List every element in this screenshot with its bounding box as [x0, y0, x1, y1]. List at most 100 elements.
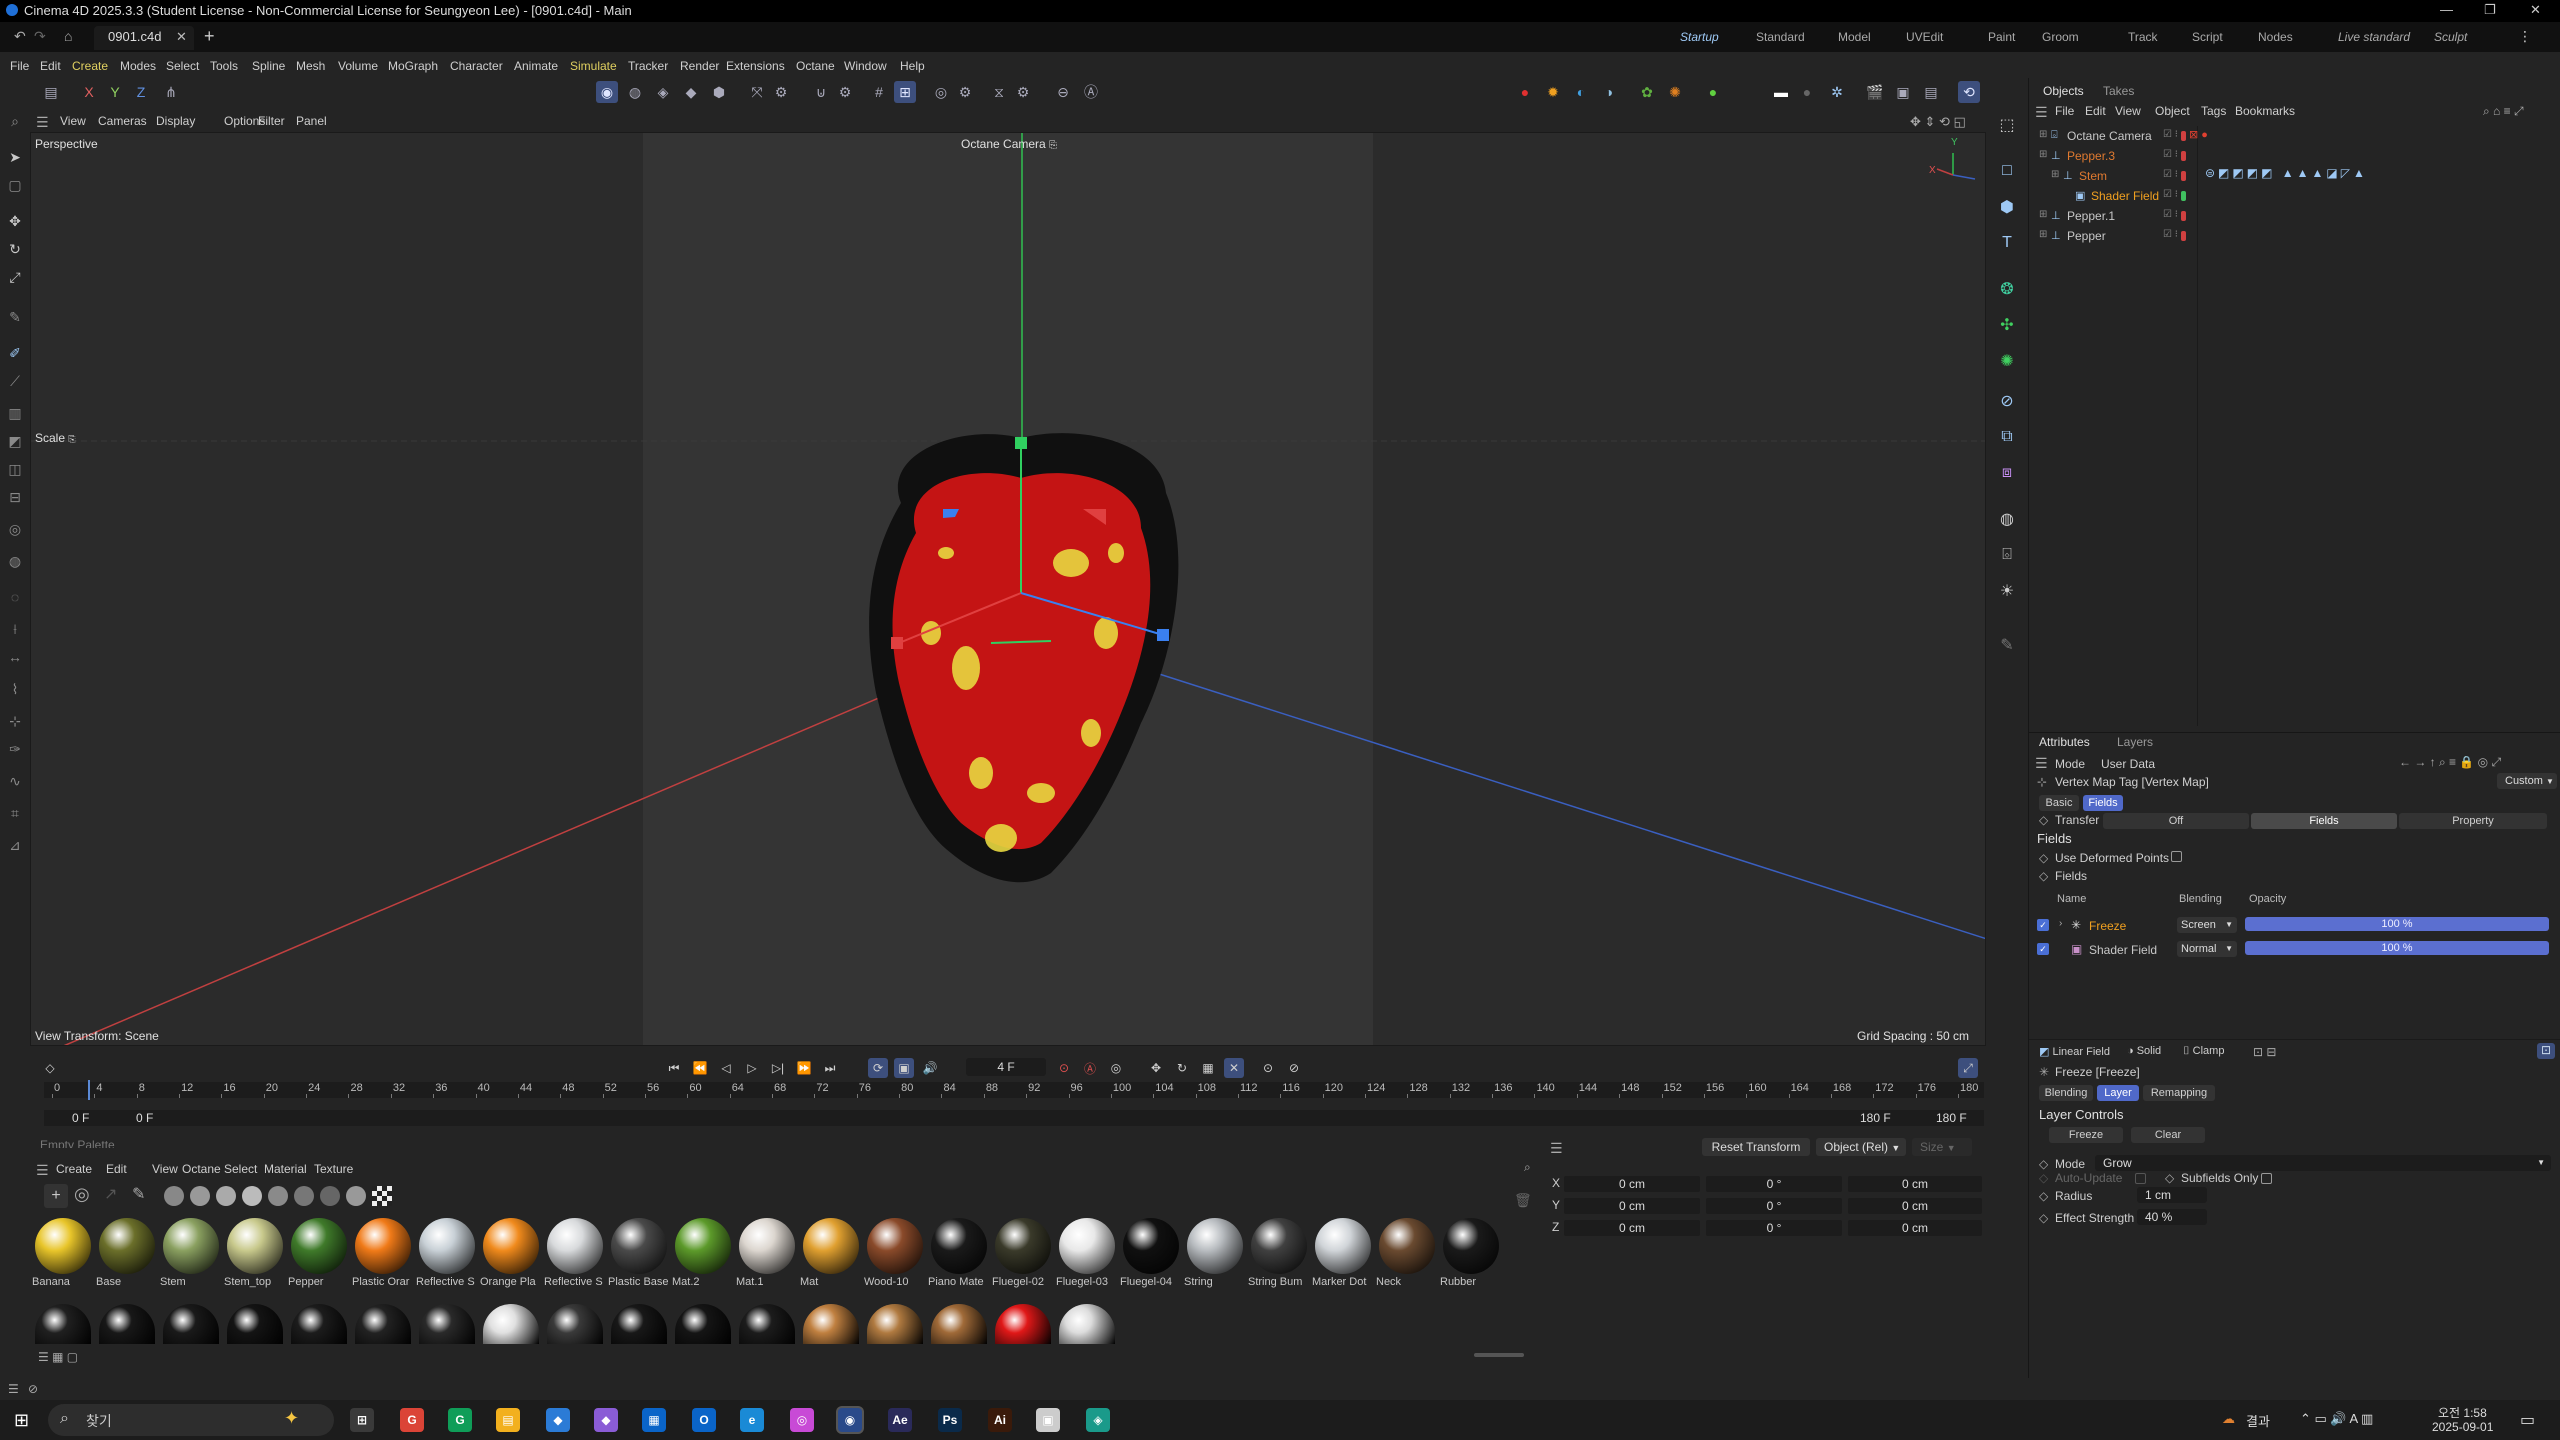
material-swatch[interactable]: Piano Mate: [928, 1218, 990, 1288]
material-swatch[interactable]: Mat.1: [736, 1218, 798, 1288]
attr-nav-icons[interactable]: ← → ↑ ⌕ ≡ 🔒 ◎ ⤢: [2399, 755, 2501, 770]
menu-help[interactable]: Help: [900, 59, 925, 73]
sound-icon[interactable]: 🔊: [920, 1058, 940, 1078]
new-tab-icon[interactable]: +: [204, 26, 215, 47]
solo-off-icon[interactable]: ●: [1796, 81, 1818, 103]
menu-spline[interactable]: Spline: [252, 59, 285, 73]
polygons-mode-icon[interactable]: ⬢: [708, 81, 730, 103]
taskbar-app-icon[interactable]: ◈: [1086, 1408, 1110, 1432]
attr-userdata-menu[interactable]: User Data: [2101, 757, 2155, 771]
snap-grid-icon[interactable]: #: [868, 81, 890, 103]
next-key-icon[interactable]: ⏩: [794, 1058, 814, 1078]
taskbar-app-icon[interactable]: Ai: [988, 1408, 1012, 1432]
key-position-icon[interactable]: ✥: [1146, 1058, 1166, 1078]
viewport-menu-icon[interactable]: ☰: [36, 114, 49, 131]
field-icon[interactable]: ⧉: [1996, 426, 2018, 448]
document-tab[interactable]: 0901.c4d ✕: [94, 26, 194, 50]
search-icon[interactable]: ⌕: [6, 112, 24, 130]
material-menu-create[interactable]: Create: [56, 1162, 92, 1176]
taskbar-app-icon[interactable]: e: [740, 1408, 764, 1432]
taskbar-app-icon[interactable]: ◎: [790, 1408, 814, 1432]
object-menu-file[interactable]: File: [2055, 104, 2074, 118]
restore-icon[interactable]: ❐: [2484, 2, 2496, 18]
iron-tool-icon[interactable]: ⌇: [6, 680, 24, 698]
taskbar-app-icon[interactable]: ▣: [1036, 1408, 1060, 1432]
active-camera-label[interactable]: Octane Camera ⎘: [961, 137, 1057, 151]
use-deformed-checkbox[interactable]: [2171, 851, 2182, 862]
coords-size-select[interactable]: Size ▼: [1912, 1138, 1972, 1156]
size-x-field[interactable]: 0 cm: [1848, 1176, 1982, 1192]
coordinates-mode-icon[interactable]: ▤: [40, 81, 62, 103]
render-queue-icon[interactable]: ▤: [1920, 81, 1942, 103]
loop-tool-icon[interactable]: ◫: [6, 460, 24, 478]
taskbar-app-icon[interactable]: ◆: [594, 1408, 618, 1432]
x-axis-lock-button[interactable]: X: [78, 81, 100, 103]
menu-simulate[interactable]: Simulate: [570, 59, 617, 73]
menu-select[interactable]: Select: [166, 59, 199, 73]
model-mode-icon[interactable]: ◉: [596, 81, 618, 103]
magnet-icon[interactable]: ⊍: [810, 81, 832, 103]
menu-mograph[interactable]: MoGraph: [388, 59, 438, 73]
deformer-icon[interactable]: ⊘: [1996, 390, 2018, 412]
object-menu-edit[interactable]: Edit: [2085, 104, 2106, 118]
menu-extensions[interactable]: Extensions: [726, 59, 785, 73]
transfer-option-property[interactable]: Property: [2399, 813, 2547, 829]
status-dot[interactable]: [2181, 131, 2186, 141]
world-axis-icon[interactable]: ⋔: [160, 81, 182, 103]
preview-range-icon[interactable]: ▣: [894, 1058, 914, 1078]
previous-key-icon[interactable]: ⏪: [690, 1058, 710, 1078]
deformed-keyframe-icon[interactable]: ◇: [2039, 851, 2048, 865]
tab-takes[interactable]: Takes: [2103, 84, 2134, 98]
material-menu-view[interactable]: View: [152, 1162, 178, 1176]
material-search-icon[interactable]: ⌕: [1524, 1160, 1531, 1175]
tab-attributes[interactable]: Attributes: [2039, 735, 2090, 749]
material-swatch[interactable]: Fluegel-03: [1056, 1218, 1118, 1288]
3d-viewport[interactable]: Y X Perspective Octane Camera ⎘ Scale ⎘ …: [30, 132, 1986, 1046]
redo-icon[interactable]: ↷: [34, 28, 46, 45]
preset-select[interactable]: Custom ▼: [2497, 773, 2557, 789]
transfer-option-off[interactable]: Off: [2103, 813, 2249, 829]
viewport-menu-cameras[interactable]: Cameras: [98, 114, 147, 128]
mode-keyframe-icon[interactable]: ◇: [2039, 1157, 2048, 1171]
generator-icon[interactable]: ❂: [1996, 278, 2018, 300]
stem-tags[interactable]: ⊜◩◩◩◩ ▲▲▲◪◸▲: [2205, 166, 2368, 180]
material-swatch-unnamed[interactable]: [483, 1304, 539, 1344]
previous-frame-icon[interactable]: ◁: [716, 1058, 736, 1078]
size-y-field[interactable]: 0 cm: [1848, 1198, 1982, 1214]
taskbar-app-icon[interactable]: ◆: [546, 1408, 570, 1432]
radius-field[interactable]: 1 cm: [2137, 1187, 2207, 1203]
expand-icon[interactable]: ⊞: [2039, 129, 2047, 140]
light-icon[interactable]: ☀: [1996, 580, 2018, 602]
checker-icon[interactable]: [372, 1186, 392, 1206]
field-expand-icon[interactable]: ⊡: [2537, 1043, 2555, 1059]
visibility-icon[interactable]: ☑ ⁝: [2163, 189, 2178, 200]
axis-mode-icon[interactable]: ⤧: [746, 81, 768, 103]
layout-tab-paint[interactable]: Paint: [1988, 30, 2015, 44]
material-swatch[interactable]: Mat: [800, 1218, 862, 1288]
autoupdate-keyframe-icon[interactable]: ◇: [2039, 1171, 2048, 1185]
menu-octane[interactable]: Octane: [796, 59, 835, 73]
snap-enabled-icon[interactable]: ⊞: [894, 81, 916, 103]
add-clamp-button[interactable]: ⌷ Clamp: [2183, 1045, 2224, 1058]
mode-select[interactable]: Grow ▼: [2095, 1155, 2551, 1171]
visibility-icon[interactable]: ☑ ⁝: [2163, 149, 2178, 160]
menu-volume[interactable]: Volume: [338, 59, 378, 73]
material-menu-select[interactable]: Select: [224, 1162, 257, 1176]
viewport-solo-icon[interactable]: ▬: [1770, 81, 1792, 103]
primitive-cube-icon[interactable]: ⬢: [1996, 196, 2018, 218]
taskbar-app-icon[interactable]: ⊞: [350, 1408, 374, 1432]
visibility-icon[interactable]: ☑ ⁝: [2163, 229, 2178, 240]
notification-icon[interactable]: ▭: [2520, 1410, 2535, 1430]
octane-render-icon[interactable]: ●: [1514, 81, 1536, 103]
bevel-tool-icon[interactable]: ◩: [6, 432, 24, 450]
material-preset-6-icon[interactable]: [294, 1186, 314, 1206]
material-menu-edit[interactable]: Edit: [106, 1162, 127, 1176]
object-row[interactable]: ⊞ ⊥ Pepper ☑ ⁝: [2029, 226, 2560, 246]
record-icon[interactable]: ⊙: [1054, 1058, 1074, 1078]
menu-create[interactable]: Create: [72, 59, 108, 73]
frame-range-bar[interactable]: 0 F 0 F 180 F 180 F: [44, 1110, 1984, 1126]
camera-icon[interactable]: ⌺: [1996, 544, 2018, 566]
current-frame-field[interactable]: 4 F: [966, 1058, 1046, 1076]
attr-menu-icon[interactable]: ☰: [2035, 755, 2048, 772]
stitch-tool-icon[interactable]: ⊹: [6, 712, 24, 730]
